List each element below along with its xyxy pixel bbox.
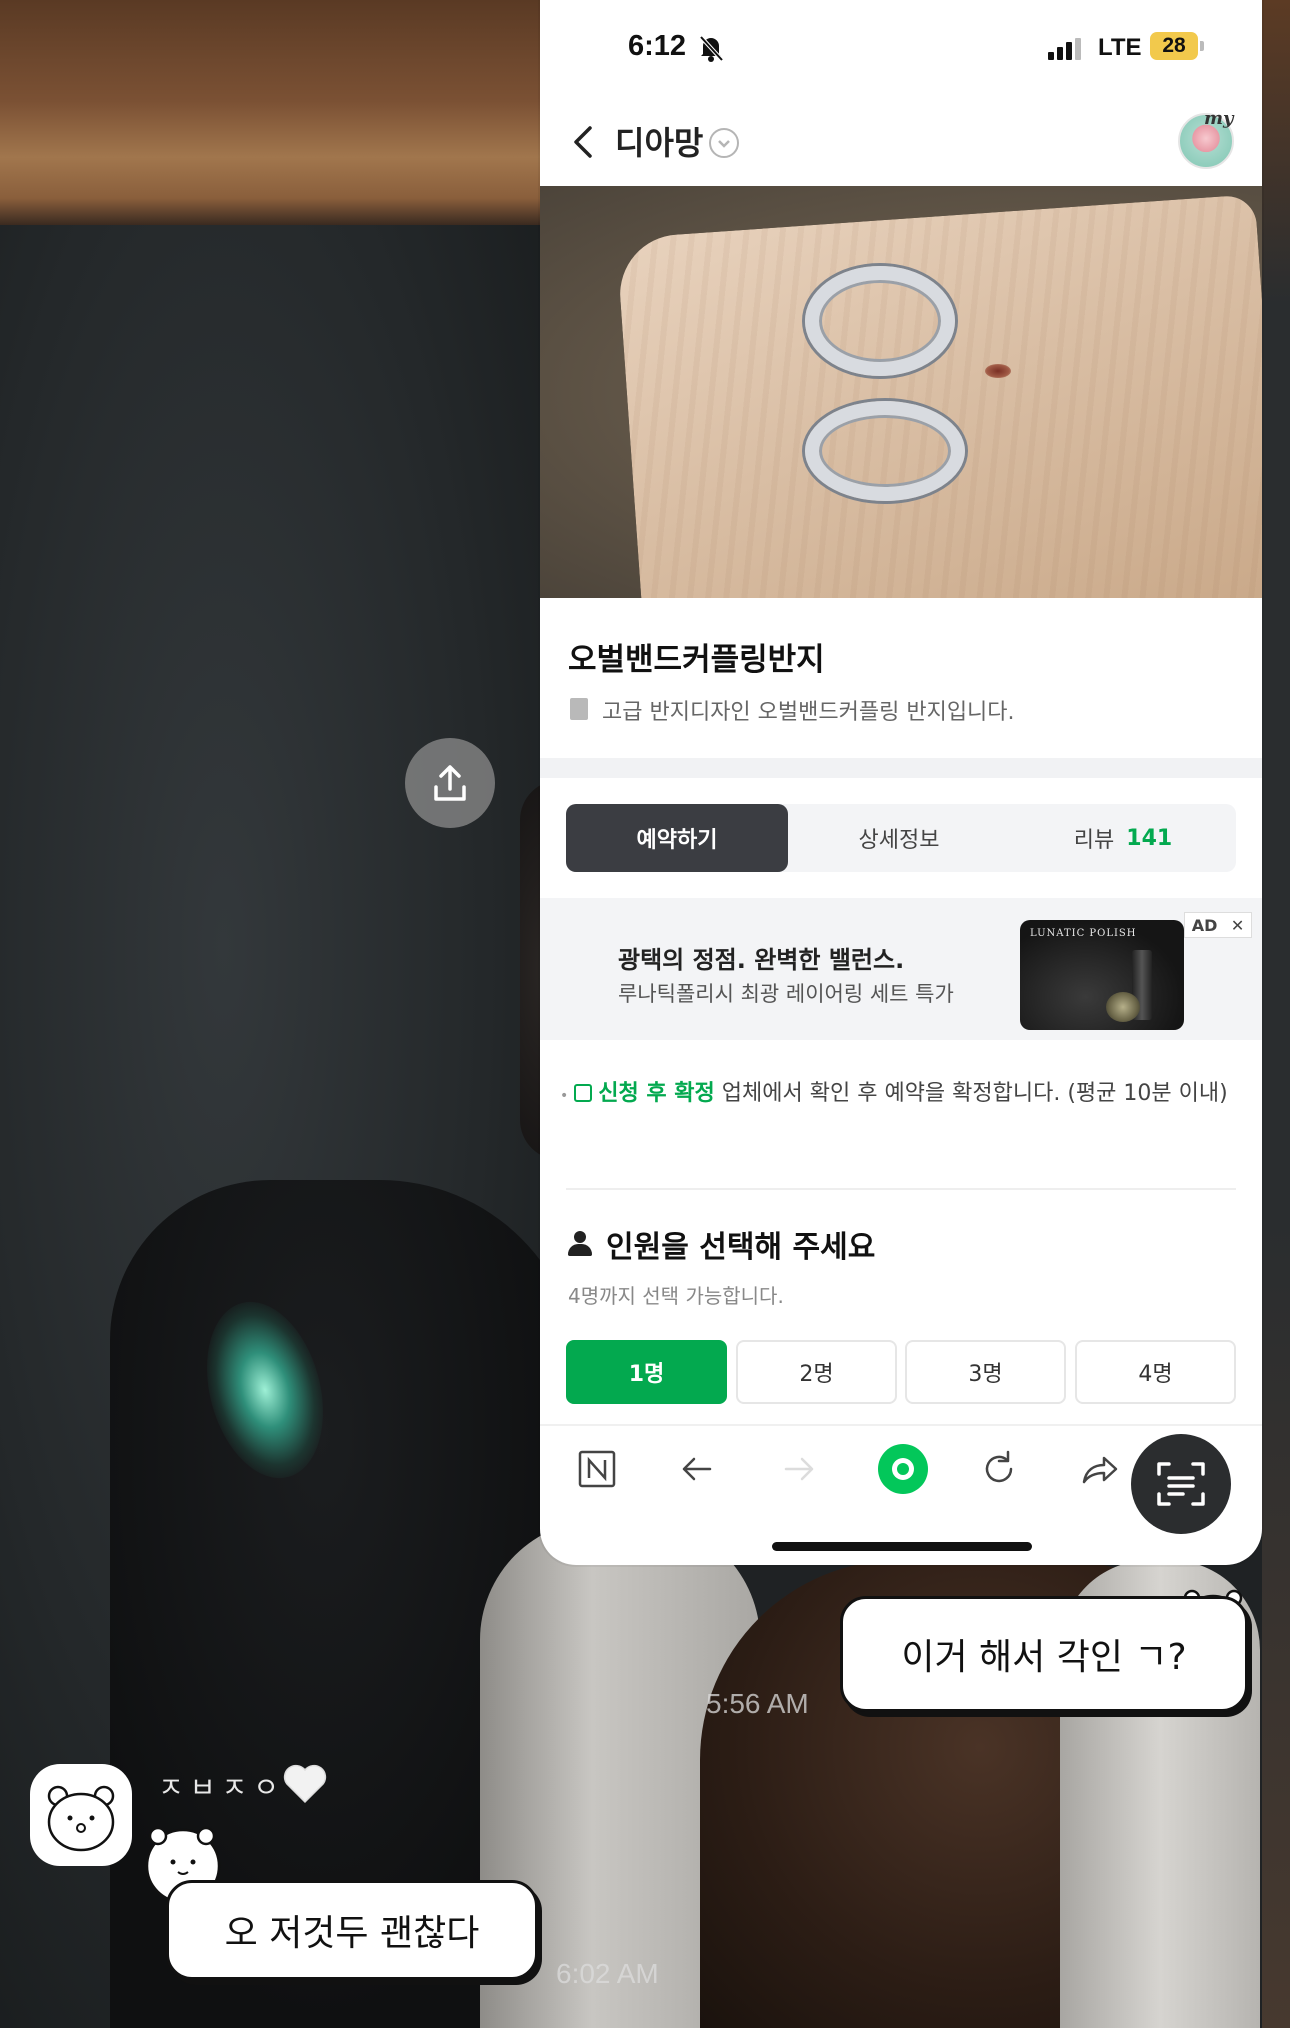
tab-reserve[interactable]: 예약하기	[566, 804, 788, 872]
signal-icon	[1048, 38, 1081, 60]
page-title[interactable]: 디아망	[615, 118, 703, 164]
people-option-3[interactable]: 3명	[905, 1340, 1066, 1404]
battery-tip	[1200, 41, 1204, 51]
section-divider	[540, 758, 1262, 778]
ad-image[interactable]: LUNATIC POLISH	[1020, 920, 1184, 1030]
confirm-highlight: 신청 후 확정	[598, 1081, 715, 1106]
confirm-text: 업체에서 확인 후 예약을 확정합니다. (평균 10분 이내)	[714, 1081, 1228, 1106]
battery-level: 28	[1150, 32, 1198, 60]
share-upload-icon	[434, 765, 466, 801]
sent-time: 5:56 AM	[706, 1688, 809, 1719]
status-time: 6:12	[628, 30, 687, 62]
people-title-text: 인원을 선택해 주세요	[606, 1230, 876, 1265]
people-option-2[interactable]: 2명	[736, 1340, 897, 1404]
sent-message-bubble[interactable]: 이거 해서 각인 ㄱ?	[840, 1596, 1248, 1712]
people-option-4[interactable]: 4명	[1075, 1340, 1236, 1404]
sent-message-text: 이거 해서 각인 ㄱ?	[901, 1637, 1187, 1678]
naver-n-icon[interactable]	[574, 1446, 620, 1492]
wood-shelf	[0, 0, 560, 225]
bell-slash-icon	[699, 35, 724, 62]
calendar-check-icon	[574, 1084, 593, 1102]
person-icon	[568, 1231, 592, 1257]
received-message-bubble[interactable]: 오 저것두 괜찮다	[166, 1880, 538, 1980]
review-count: 141	[1126, 825, 1173, 851]
ad-badge: AD ✕	[1184, 912, 1252, 938]
home-indicator	[772, 1542, 1032, 1551]
dropdown-circle-icon[interactable]	[709, 128, 739, 158]
ad-title: 광택의 정점. 완벽한 밸런스.	[618, 946, 905, 974]
home-ring-icon[interactable]	[874, 1440, 932, 1498]
product-name: 오벌밴드커플링반지	[568, 642, 825, 678]
ad-label: AD	[1191, 915, 1218, 935]
people-subtitle: 4명까지 선택 가능합니다.	[568, 1284, 784, 1308]
sender-name: ㅈㅂㅈㅇ	[158, 1771, 286, 1804]
back-arrow-icon[interactable]	[674, 1446, 720, 1492]
wood-knot	[985, 364, 1011, 378]
sender-avatar[interactable]	[30, 1764, 132, 1866]
scan-text-icon	[1157, 1462, 1205, 1506]
confirm-notice: • 신청 후 확정 업체에서 확인 후 예약을 확정합니다. (평균 10분 이내…	[560, 1074, 1240, 1116]
bear-avatar-icon	[47, 1785, 115, 1852]
received-time: 6:02 AM	[556, 1958, 659, 1989]
scan-text-button[interactable]	[1131, 1434, 1231, 1534]
forward-arrow-icon[interactable]	[776, 1446, 822, 1492]
thin-divider	[566, 1188, 1236, 1190]
share-button[interactable]	[405, 738, 495, 828]
wooden-board	[616, 194, 1262, 598]
people-option-1[interactable]: 1명	[566, 1340, 727, 1404]
ad-image-brand: LUNATIC POLISH	[1030, 928, 1137, 939]
ad-close-icon[interactable]: ✕	[1231, 916, 1244, 935]
note-icon	[570, 698, 588, 720]
my-avatar-label: my	[1204, 108, 1234, 129]
back-chevron-icon[interactable]	[564, 120, 604, 164]
silver-ring-bottom	[805, 401, 965, 501]
received-message-text: 오 저것두 괜찮다	[224, 1913, 480, 1954]
people-section-title: 인원을 선택해 주세요	[568, 1222, 875, 1266]
product-info: 오벌밴드커플링반지 고급 반지디자인 오벌밴드커플링 반지입니다.	[540, 598, 1262, 758]
people-options: 1명 2명 3명 4명	[566, 1340, 1236, 1404]
product-description: 고급 반지디자인 오벌밴드커플링 반지입니다.	[602, 700, 1015, 725]
bullet-dot: •	[560, 1088, 569, 1104]
phone-screenshot: 6:12 LTE 28 디아망 my 오벌밴드커플링반지 고급 반지디자인 오벌…	[540, 0, 1262, 1565]
tab-review-label: 리뷰	[1073, 828, 1115, 853]
network-type: LTE	[1098, 34, 1142, 61]
ad-can	[1106, 992, 1140, 1022]
tab-bar: 예약하기 상세정보 리뷰 141	[566, 804, 1236, 872]
right-edge-wall	[1262, 0, 1290, 2028]
share-arrow-icon[interactable]	[1076, 1446, 1122, 1492]
heart-icon	[283, 1764, 327, 1804]
tab-review[interactable]: 리뷰 141	[1010, 804, 1236, 872]
ad-subtitle: 루나틱폴리시 최광 레이어링 세트 특가	[618, 982, 954, 1006]
top-navbar: 디아망 my	[540, 100, 1262, 186]
tab-details[interactable]: 상세정보	[788, 804, 1010, 872]
status-bar: 6:12 LTE 28	[540, 0, 1262, 100]
product-photo	[540, 186, 1262, 598]
silver-ring-top	[805, 266, 955, 376]
ad-banner[interactable]: 광택의 정점. 완벽한 밸런스. 루나틱폴리시 최광 레이어링 세트 특가 LU…	[540, 898, 1262, 1040]
refresh-icon[interactable]	[976, 1446, 1022, 1492]
